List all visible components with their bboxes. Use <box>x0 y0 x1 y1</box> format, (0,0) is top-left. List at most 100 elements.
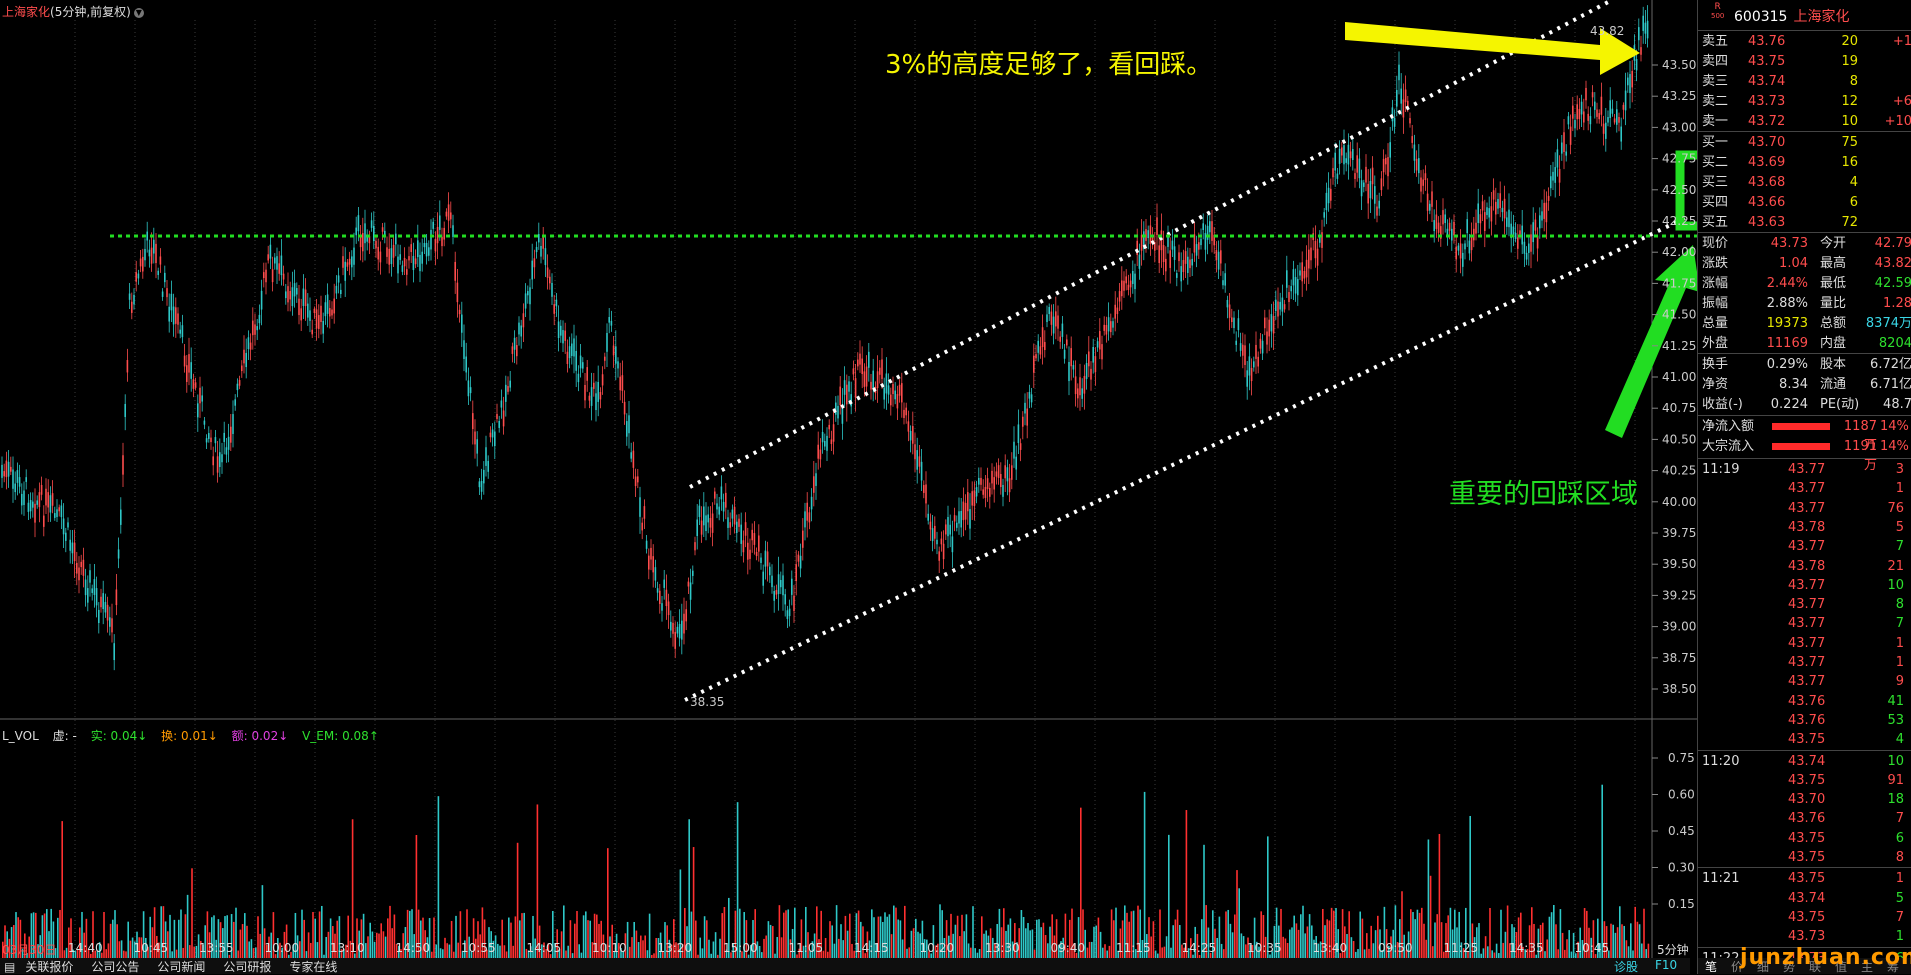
candle-body <box>656 588 659 593</box>
candle-body <box>520 325 522 337</box>
chevron-down-icon[interactable]: ▼ <box>133 7 144 18</box>
candle-body <box>49 495 52 513</box>
candle-body <box>890 394 892 406</box>
candle-body <box>1233 317 1235 329</box>
candle-body <box>1506 217 1508 227</box>
candle-body <box>830 439 833 445</box>
candle-body <box>1415 158 1418 171</box>
time-label: 13:55 <box>199 941 234 955</box>
candle-body <box>263 272 265 279</box>
stat-label: 内盘 <box>1820 336 1847 351</box>
candle-body <box>1255 344 1257 359</box>
candle-body <box>1055 311 1057 327</box>
candle-body <box>599 392 602 400</box>
stat-value: 19373 <box>1766 316 1808 331</box>
price-tick-label: 40.00 <box>1662 495 1696 509</box>
candle-body <box>258 314 261 324</box>
time-label: 14:25 <box>1181 941 1217 955</box>
candle-body <box>1554 167 1556 183</box>
candle-body <box>727 517 729 528</box>
candle-body <box>1294 277 1297 294</box>
menu-icon[interactable]: ▤ <box>4 960 15 974</box>
ask-volume: 20 <box>1841 34 1858 49</box>
bottom-tab-0[interactable]: 关联报价 <box>25 960 73 974</box>
candle-body <box>593 382 595 389</box>
bid-price: 43.68 <box>1748 175 1786 190</box>
bottom-tab-4[interactable]: 专家在线 <box>289 960 337 974</box>
candle-body <box>837 405 839 419</box>
period-button[interactable]: 5分钟 <box>1657 941 1689 958</box>
candle-body <box>995 471 998 477</box>
volume-bar <box>1438 833 1441 974</box>
stat-label: 总额 <box>1820 316 1847 331</box>
candle-body <box>153 239 155 254</box>
candle-body <box>353 247 355 265</box>
price-tick-label: 42.00 <box>1662 245 1696 259</box>
candle-body <box>417 240 419 258</box>
candle-body <box>128 293 131 300</box>
candle-body <box>496 414 498 419</box>
candle-body <box>333 298 335 314</box>
stat-value: 8204 <box>1878 336 1911 351</box>
volume-tick-label: 0.30 <box>1668 861 1695 875</box>
candle-body <box>109 617 111 627</box>
candle-body <box>1187 256 1189 274</box>
candle-body <box>445 211 448 217</box>
candle-body <box>1270 314 1273 332</box>
indicator-item-2: 额: 0.02↓ <box>231 729 289 743</box>
bid-label: 买四 <box>1702 195 1729 210</box>
bottom-tab-2[interactable]: 公司新闻 <box>157 960 205 974</box>
stat-label: 收益(-) <box>1702 397 1743 412</box>
volume-tick-label: 0.15 <box>1668 897 1695 911</box>
candle-body <box>232 414 234 434</box>
candle-body <box>793 595 795 611</box>
channel-lower-line <box>684 216 1686 702</box>
candle-body <box>863 371 866 387</box>
candle-body <box>388 248 390 265</box>
candle-body <box>1589 116 1592 125</box>
candle-body <box>929 521 932 530</box>
candle-body <box>1092 346 1094 363</box>
f10-button[interactable]: F10 <box>1655 958 1677 972</box>
candle-body <box>1646 20 1649 39</box>
candle-body <box>225 447 228 455</box>
panel-tab-0[interactable]: 笔 <box>1698 958 1724 974</box>
candle-body <box>450 212 452 220</box>
indicator-bar: L_VOL 虚: - 实: 0.04↓ 换: 0.01↓ 额: 0.02↓ V_… <box>2 727 389 744</box>
candle-body <box>1096 341 1099 348</box>
ask-price: 43.72 <box>1748 114 1786 129</box>
tick-price: 43.70 <box>1788 792 1826 808</box>
candle-body <box>100 596 102 608</box>
stock-code: 600315 上海家化 <box>1734 9 1850 25</box>
candle-body <box>1209 221 1211 233</box>
ask-label: 卖四 <box>1702 54 1729 69</box>
candle-body <box>674 631 676 649</box>
candle-body <box>1079 377 1081 396</box>
price-tick-label: 41.00 <box>1662 370 1696 384</box>
candle-body <box>1083 375 1086 394</box>
candle-body <box>80 561 82 568</box>
candle-body <box>67 522 69 528</box>
candle-body <box>925 484 927 504</box>
bottom-tab-3[interactable]: 公司研报 <box>223 960 271 974</box>
candle-body <box>846 384 848 405</box>
candle-body <box>852 368 855 375</box>
diagnose-button[interactable]: 诊股 <box>1614 958 1638 975</box>
candle-body <box>355 227 357 236</box>
candle-body <box>419 254 421 272</box>
candle-body <box>146 231 148 241</box>
candle-body <box>762 571 764 586</box>
tick-price: 43.78 <box>1788 519 1826 535</box>
candle-body <box>155 243 157 264</box>
candle-body <box>643 506 646 519</box>
candle-body <box>164 272 166 283</box>
stat-value: 6.72亿 <box>1870 357 1911 372</box>
candle-body <box>179 329 181 334</box>
candle-body <box>1400 88 1402 104</box>
candle-body <box>62 518 65 535</box>
stat-value: 1.04 <box>1779 256 1808 271</box>
bottom-tab-1[interactable]: 公司公告 <box>91 960 139 974</box>
time-label: 13:20 <box>657 941 693 955</box>
tick-volume: 53 <box>1887 712 1904 728</box>
candle-body <box>1231 317 1233 323</box>
